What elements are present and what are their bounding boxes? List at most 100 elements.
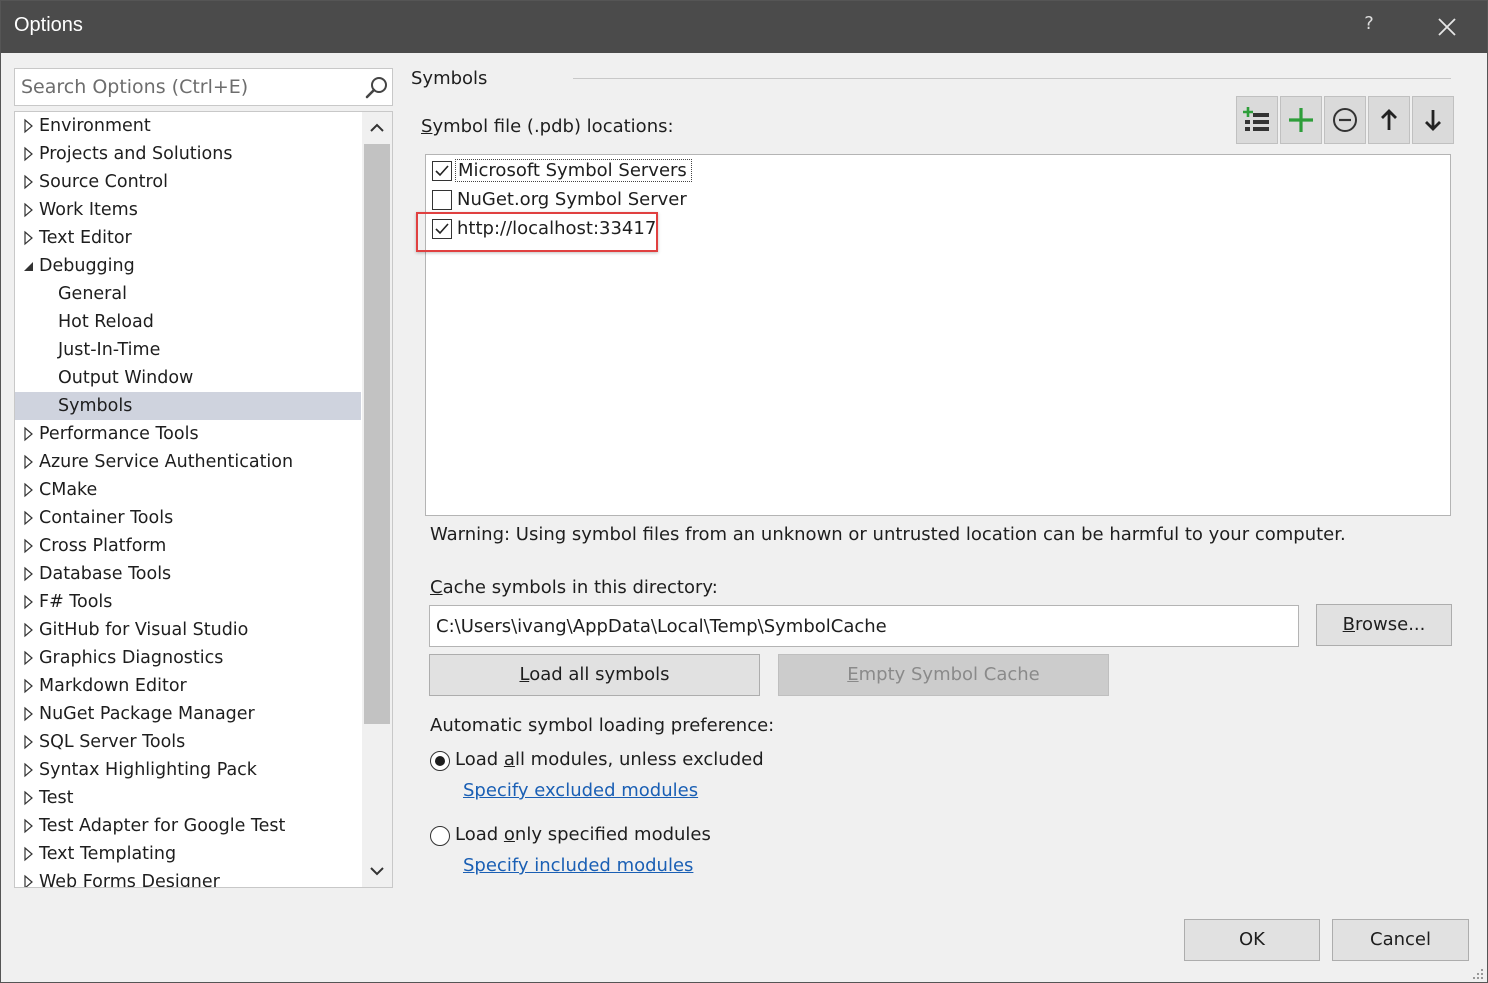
- specify-excluded-modules-link[interactable]: Specify excluded modules: [463, 780, 698, 801]
- symbol-location-checkbox[interactable]: [432, 161, 452, 181]
- add-location-button[interactable]: [1280, 96, 1322, 144]
- tree-item[interactable]: SQL Server Tools: [15, 728, 392, 756]
- search-input[interactable]: [21, 74, 351, 100]
- cache-directory-box: [429, 605, 1299, 647]
- collapsed-triangle-icon[interactable]: [22, 560, 36, 588]
- symbol-location-checkbox[interactable]: [432, 219, 452, 239]
- radio-load-all[interactable]: [430, 751, 450, 771]
- ok-button[interactable]: OK: [1184, 919, 1320, 961]
- browse-text: rowse...: [1355, 614, 1426, 635]
- collapsed-triangle-icon[interactable]: [22, 840, 36, 868]
- tree-item[interactable]: Test Adapter for Google Test: [15, 812, 392, 840]
- symbol-location-label: Microsoft Symbol Servers: [455, 159, 692, 182]
- collapsed-triangle-icon[interactable]: [22, 140, 36, 168]
- tree-item[interactable]: Text Templating: [15, 840, 392, 868]
- empty-symbol-cache-button[interactable]: Empty Symbol Cache: [778, 654, 1109, 696]
- collapsed-triangle-icon[interactable]: [22, 672, 36, 700]
- tree-item-label: Database Tools: [39, 564, 172, 584]
- symbol-location-checkbox[interactable]: [432, 190, 452, 210]
- tree-item-label: Azure Service Authentication: [39, 452, 294, 472]
- specify-included-modules-link[interactable]: Specify included modules: [463, 855, 693, 876]
- remove-location-button[interactable]: [1324, 96, 1366, 144]
- collapsed-triangle-icon[interactable]: [22, 868, 36, 888]
- tree-item-label: GitHub for Visual Studio: [39, 620, 249, 640]
- collapsed-triangle-icon[interactable]: [22, 812, 36, 840]
- tree-item[interactable]: Container Tools: [15, 504, 392, 532]
- collapsed-triangle-icon[interactable]: [22, 644, 36, 672]
- tree-scrollbar[interactable]: [362, 112, 392, 887]
- collapsed-triangle-icon[interactable]: [22, 784, 36, 812]
- tree-item-label: Performance Tools: [39, 424, 199, 444]
- tree-item[interactable]: Text Editor: [15, 224, 392, 252]
- collapsed-triangle-icon[interactable]: [22, 532, 36, 560]
- resize-grip-icon[interactable]: [1471, 967, 1485, 981]
- tree-item[interactable]: Markdown Editor: [15, 672, 392, 700]
- tree-item[interactable]: Test: [15, 784, 392, 812]
- cache-directory-input[interactable]: [436, 614, 1286, 638]
- tree-item[interactable]: Environment: [15, 112, 392, 140]
- warning-text: Warning: Using symbol files from an unkn…: [430, 524, 1346, 545]
- collapsed-triangle-icon[interactable]: [22, 588, 36, 616]
- tree-item-label: Web Forms Designer: [39, 872, 220, 888]
- collapsed-triangle-icon[interactable]: [22, 112, 36, 140]
- symbol-locations-list: Microsoft Symbol Servers NuGet.org Symbol…: [425, 154, 1451, 516]
- tree-item[interactable]: Cross Platform: [15, 532, 392, 560]
- tree-item[interactable]: Projects and Solutions: [15, 140, 392, 168]
- tree-item[interactable]: Hot Reload: [15, 308, 392, 336]
- checkmark-icon: [435, 223, 449, 235]
- tree-item[interactable]: GitHub for Visual Studio: [15, 616, 392, 644]
- tree-item[interactable]: F# Tools: [15, 588, 392, 616]
- tree-item[interactable]: Web Forms Designer: [15, 868, 392, 888]
- collapsed-triangle-icon[interactable]: [22, 700, 36, 728]
- radio-load-only-label: Load only specified modules: [455, 824, 711, 845]
- move-down-button[interactable]: [1412, 96, 1454, 144]
- tree-item[interactable]: Syntax Highlighting Pack: [15, 756, 392, 784]
- collapsed-triangle-icon[interactable]: [22, 448, 36, 476]
- tree-item-label: Markdown Editor: [39, 676, 187, 696]
- move-up-button[interactable]: [1368, 96, 1410, 144]
- browse-button[interactable]: Browse...: [1316, 604, 1452, 646]
- tree-item[interactable]: CMake: [15, 476, 392, 504]
- empty-cache-text: mpty Symbol Cache: [858, 664, 1040, 685]
- tree-item[interactable]: Work Items: [15, 196, 392, 224]
- tree-item[interactable]: Performance Tools: [15, 420, 392, 448]
- section-divider: [573, 78, 1451, 79]
- collapsed-triangle-icon[interactable]: [22, 728, 36, 756]
- add-server-button[interactable]: [1236, 96, 1278, 144]
- close-button[interactable]: [1429, 11, 1465, 43]
- checkmark-icon: [435, 165, 449, 177]
- tree-item[interactable]: Symbols: [15, 392, 361, 420]
- tree-item[interactable]: Debugging: [15, 252, 392, 280]
- tree-item-label: Projects and Solutions: [39, 144, 233, 164]
- collapsed-triangle-icon[interactable]: [22, 616, 36, 644]
- collapsed-triangle-icon[interactable]: [22, 420, 36, 448]
- tree-item[interactable]: Database Tools: [15, 560, 392, 588]
- tree-item-label: Just-In-Time: [58, 340, 161, 360]
- scroll-up-button[interactable]: [362, 114, 392, 142]
- tree-item[interactable]: Graphics Diagnostics: [15, 644, 392, 672]
- collapsed-triangle-icon[interactable]: [22, 756, 36, 784]
- tree-item[interactable]: Output Window: [15, 364, 392, 392]
- collapsed-triangle-icon[interactable]: [22, 224, 36, 252]
- search-icon[interactable]: [364, 75, 390, 101]
- cancel-button[interactable]: Cancel: [1332, 919, 1469, 961]
- tree-item[interactable]: NuGet Package Manager: [15, 700, 392, 728]
- close-icon: [1438, 18, 1456, 36]
- scroll-down-button[interactable]: [362, 857, 392, 885]
- tree-item[interactable]: General: [15, 280, 392, 308]
- tree-item[interactable]: Source Control: [15, 168, 392, 196]
- scroll-thumb[interactable]: [364, 144, 390, 724]
- tree-item-label: Debugging: [39, 256, 135, 276]
- load-all-symbols-button[interactable]: Load all symbols: [429, 654, 760, 696]
- tree-item-label: NuGet Package Manager: [39, 704, 255, 724]
- collapsed-triangle-icon[interactable]: [22, 168, 36, 196]
- collapsed-triangle-icon[interactable]: [22, 476, 36, 504]
- collapsed-triangle-icon[interactable]: [22, 196, 36, 224]
- radio-load-only[interactable]: [430, 826, 450, 846]
- tree-item-label: Text Editor: [39, 228, 132, 248]
- tree-item[interactable]: Azure Service Authentication: [15, 448, 392, 476]
- help-button[interactable]: ?: [1357, 13, 1381, 41]
- expanded-triangle-icon[interactable]: [22, 252, 36, 280]
- collapsed-triangle-icon[interactable]: [22, 504, 36, 532]
- tree-item[interactable]: Just-In-Time: [15, 336, 392, 364]
